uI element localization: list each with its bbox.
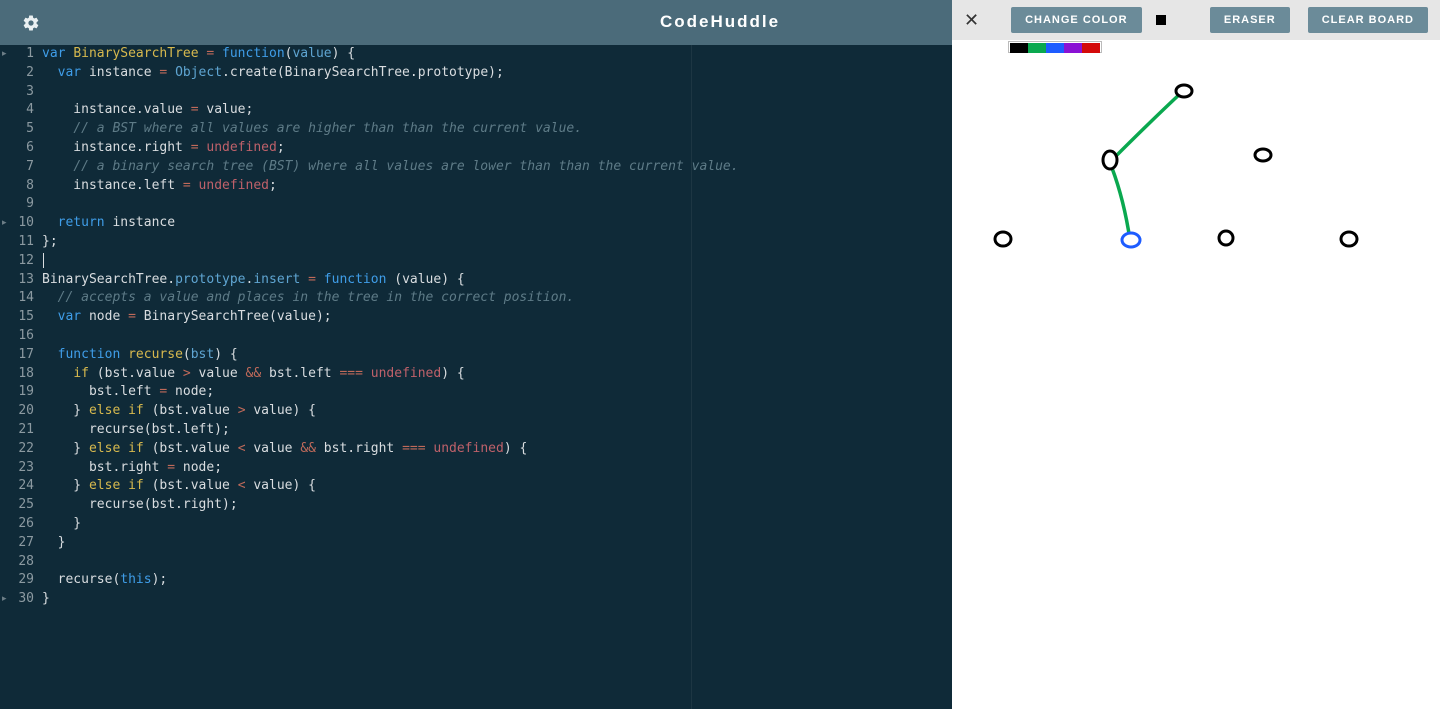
gutter-line: 17 xyxy=(0,346,40,365)
code-line[interactable]: bst.right = node; xyxy=(42,459,952,478)
code-line[interactable]: recurse(this); xyxy=(42,571,952,590)
gutter-line: 12 xyxy=(0,252,40,271)
code-line[interactable]: } else if (bst.value < value) { xyxy=(42,477,952,496)
gutter-line: 11 xyxy=(0,233,40,252)
code-line[interactable] xyxy=(42,195,952,214)
code-line[interactable]: recurse(bst.left); xyxy=(42,421,952,440)
fold-icon[interactable]: ▸ xyxy=(2,48,7,59)
editor-code-area[interactable]: var BinarySearchTree = function(value) {… xyxy=(42,45,952,609)
gutter-line: 16 xyxy=(0,327,40,346)
whiteboard-toolbar: ✕ CHANGE COLOR ERASER CLEAR BOARD xyxy=(952,0,1440,40)
code-line[interactable]: } else if (bst.value > value) { xyxy=(42,402,952,421)
gutter-line: 21 xyxy=(0,421,40,440)
gutter-line: 4 xyxy=(0,101,40,120)
editor-gutter: ▸123456789▸10111213141516171819202122232… xyxy=(0,45,40,709)
code-line[interactable]: instance.value = value; xyxy=(42,101,952,120)
code-line[interactable]: BinarySearchTree.prototype.insert = func… xyxy=(42,271,952,290)
code-line[interactable]: var node = BinarySearchTree(value); xyxy=(42,308,952,327)
code-line[interactable] xyxy=(42,252,952,271)
gutter-line: 15 xyxy=(0,308,40,327)
code-line[interactable]: } xyxy=(42,534,952,553)
code-line[interactable]: var instance = Object.create(BinarySearc… xyxy=(42,64,952,83)
code-line[interactable]: recurse(bst.right); xyxy=(42,496,952,515)
gutter-line: 26 xyxy=(0,515,40,534)
gutter-line: 6 xyxy=(0,139,40,158)
code-line[interactable]: // accepts a value and places in the tre… xyxy=(42,289,952,308)
gutter-line: 2 xyxy=(0,64,40,83)
gutter-line: 27 xyxy=(0,534,40,553)
code-line[interactable]: var BinarySearchTree = function(value) { xyxy=(42,45,952,64)
code-line[interactable]: return instance xyxy=(42,214,952,233)
gutter-line: 19 xyxy=(0,383,40,402)
code-line[interactable]: instance.right = undefined; xyxy=(42,139,952,158)
gutter-line: ▸10 xyxy=(0,214,40,233)
code-line[interactable]: // a BST where all values are higher tha… xyxy=(42,120,952,139)
gutter-line: ▸1 xyxy=(0,45,40,64)
whiteboard-canvas[interactable] xyxy=(952,40,1440,709)
gutter-line: 9 xyxy=(0,195,40,214)
code-line[interactable] xyxy=(42,327,952,346)
current-color-swatch xyxy=(1156,15,1166,25)
code-line[interactable]: bst.left = node; xyxy=(42,383,952,402)
change-color-button[interactable]: CHANGE COLOR xyxy=(1011,7,1141,33)
close-icon[interactable]: ✕ xyxy=(964,10,979,31)
code-line[interactable]: } else if (bst.value < value && bst.righ… xyxy=(42,440,952,459)
gutter-line: 23 xyxy=(0,459,40,478)
code-line[interactable]: } xyxy=(42,590,952,609)
code-line[interactable]: if (bst.value > value && bst.left === un… xyxy=(42,365,952,384)
gutter-line: 22 xyxy=(0,440,40,459)
settings-gear-icon[interactable] xyxy=(22,14,40,37)
code-line[interactable]: // a binary search tree (BST) where all … xyxy=(42,158,952,177)
fold-icon[interactable]: ▸ xyxy=(2,217,7,228)
gutter-line: ▸30 xyxy=(0,590,40,609)
gutter-line: 8 xyxy=(0,177,40,196)
fold-icon[interactable]: ▸ xyxy=(2,593,7,604)
gutter-line: 7 xyxy=(0,158,40,177)
gutter-line: 24 xyxy=(0,477,40,496)
gutter-line: 14 xyxy=(0,289,40,308)
gutter-line: 18 xyxy=(0,365,40,384)
code-line[interactable]: } xyxy=(42,515,952,534)
clear-board-button[interactable]: CLEAR BOARD xyxy=(1308,7,1428,33)
code-line[interactable]: function recurse(bst) { xyxy=(42,346,952,365)
code-line[interactable] xyxy=(42,83,952,102)
whiteboard-panel: ✕ CHANGE COLOR ERASER CLEAR BOARD xyxy=(952,0,1440,709)
gutter-line: 28 xyxy=(0,553,40,572)
gutter-line: 29 xyxy=(0,571,40,590)
gutter-line: 5 xyxy=(0,120,40,139)
code-line[interactable] xyxy=(42,553,952,572)
code-line[interactable]: instance.left = undefined; xyxy=(42,177,952,196)
gutter-line: 25 xyxy=(0,496,40,515)
code-editor[interactable]: ▸123456789▸10111213141516171819202122232… xyxy=(0,45,952,709)
gutter-line: 3 xyxy=(0,83,40,102)
eraser-button[interactable]: ERASER xyxy=(1210,7,1290,33)
gutter-line: 13 xyxy=(0,271,40,290)
gutter-line: 20 xyxy=(0,402,40,421)
code-line[interactable]: }; xyxy=(42,233,952,252)
